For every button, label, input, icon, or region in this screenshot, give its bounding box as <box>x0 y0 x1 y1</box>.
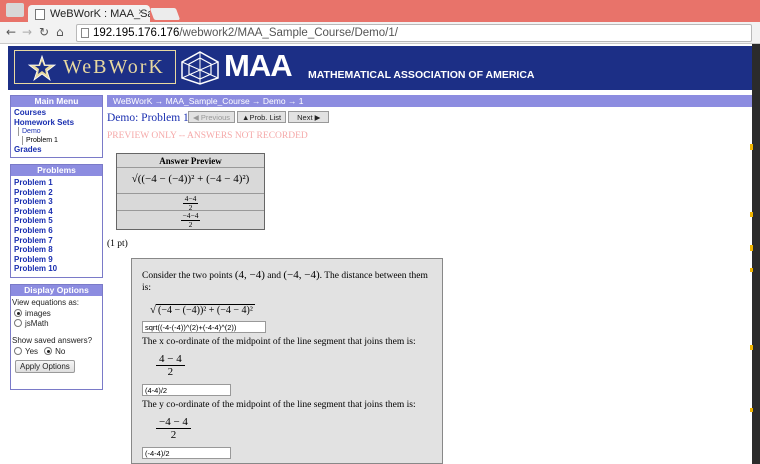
url-path: /webwork2/MAA_Sample_Course/Demo/1/ <box>179 27 398 39</box>
problem-link[interactable]: Problem 9 <box>14 255 100 265</box>
answer-preview-header: Answer Preview <box>117 154 264 168</box>
browser-titlebar: WeBWorK : MAA_Sa × <box>0 0 760 23</box>
homework-sets-link[interactable]: Homework Sets <box>14 118 100 128</box>
scrollbar-marker <box>750 245 753 251</box>
browser-toolbar: ← → ↻ ⌂ 192.195.176.176/webwork2/MAA_Sam… <box>0 22 760 44</box>
tab-title: WeBWorK : MAA_Sa <box>50 8 150 20</box>
distance-answer-input[interactable]: sqrt((-4-(-4))^(2)+(-4-4)^(2)) <box>142 321 266 333</box>
problem-link[interactable]: Problem 5 <box>14 216 100 226</box>
problem-link[interactable]: Problem 6 <box>14 226 100 236</box>
distance-formula: √ (−4 − (−4))² + (−4 − 4)² <box>150 304 255 316</box>
scrollbar-marker <box>750 268 753 272</box>
scrollbar-marker <box>750 345 753 350</box>
problem-link[interactable]: Problem 3 <box>14 197 100 207</box>
new-tab-button[interactable] <box>149 8 181 20</box>
maa-subtitle: MATHEMATICAL ASSOCIATION OF AMERICA <box>308 69 535 81</box>
y-midpoint-input[interactable]: (-4-4)/2 <box>142 447 231 459</box>
back-arrow-icon[interactable]: ← <box>6 25 16 39</box>
page-icon <box>81 28 89 38</box>
page-title: Demo: Problem 1 <box>107 112 189 124</box>
address-bar[interactable]: 192.195.176.176/webwork2/MAA_Sample_Cour… <box>76 24 752 42</box>
problem-link[interactable]: Problem 2 <box>14 188 100 198</box>
view-equations-label: View equations as: <box>12 298 80 307</box>
problem-body: Consider the two points (4, −4) and (−4,… <box>131 258 443 464</box>
problems-menu: Problems Problem 1 Problem 2 Problem 3 P… <box>10 164 103 278</box>
preview-y-denominator: 2 <box>188 220 193 229</box>
page-favicon-icon <box>35 9 45 20</box>
webwork-logo[interactable]: WeBWorK <box>14 50 176 84</box>
problem-link[interactable]: Problem 8 <box>14 245 100 255</box>
previous-button[interactable]: ◀ Previous <box>188 111 236 123</box>
answer-preview-distance: √((−4 − (−4))² + (−4 − 4)²) <box>131 173 250 185</box>
url-host: 192.195.176.176 <box>93 27 180 39</box>
point-a: (4, −4) <box>234 269 265 281</box>
problem-nav: ◀ Previous ▲Prob. List Next ▶ <box>188 111 330 123</box>
webwork-star-icon <box>27 55 57 81</box>
distance-expression: (−4 − (−4))² + (−4 − 4)² <box>156 304 255 316</box>
next-button[interactable]: Next ▶ <box>288 111 330 123</box>
yes-radio[interactable] <box>14 347 22 355</box>
maa-emblem-icon <box>181 51 219 85</box>
jsmath-label: jsMath <box>25 318 49 328</box>
problem-intro: Consider the two points <box>142 271 235 281</box>
y-midpoint-formula: −4 − 42 <box>156 416 432 441</box>
demo-link[interactable]: Demo <box>22 127 100 136</box>
problem-list-button[interactable]: ▲Prob. List <box>237 111 287 123</box>
x-midpoint-formula: 4 − 42 <box>156 353 432 378</box>
jsmath-radio[interactable] <box>14 319 22 327</box>
no-radio[interactable] <box>44 347 53 355</box>
grades-link[interactable]: Grades <box>14 145 100 155</box>
answer-preview-table: Answer Preview √((−4 − (−4))² + (−4 − 4)… <box>116 153 265 230</box>
home-icon[interactable]: ⌂ <box>56 25 64 39</box>
images-radio[interactable] <box>14 309 22 317</box>
apply-options-button[interactable]: Apply Options <box>15 360 75 373</box>
yes-label: Yes <box>25 346 39 356</box>
points-label: (1 pt) <box>107 239 128 249</box>
problem-link[interactable]: Problem 10 <box>14 264 100 274</box>
problem-and: and <box>264 271 284 281</box>
problem-link[interactable]: Problem 4 <box>14 207 100 217</box>
x-numerator: 4 − 4 <box>156 353 185 366</box>
answer-preview-row: 4−4 2 <box>117 194 264 212</box>
browser-tab[interactable]: WeBWorK : MAA_Sa × <box>28 5 150 23</box>
preview-notice: PREVIEW ONLY -- ANSWERS NOT RECORDED <box>107 131 308 141</box>
problems-menu-title: Problems <box>11 165 102 176</box>
maa-logo-text: MAA <box>224 48 293 83</box>
main-menu-title: Main Menu <box>11 96 102 107</box>
site-banner: WeBWorK MAA MATHEMATICAL ASSOCIATION OF … <box>8 46 752 90</box>
answer-preview-row: √((−4 − (−4))² + (−4 − 4)²) <box>117 168 264 194</box>
breadcrumb: WeBWorK → MAA_Sample_Course → Demo → 1 <box>107 95 752 107</box>
forward-arrow-icon[interactable]: → <box>22 25 32 39</box>
main-menu: Main Menu Courses Homework Sets Demo Pro… <box>10 95 103 158</box>
y-numerator: −4 − 4 <box>156 416 191 429</box>
no-label: No <box>55 346 66 356</box>
x-midpoint-input[interactable]: (4-4)/2 <box>142 384 231 396</box>
display-options-title: Display Options <box>11 285 102 296</box>
scrollbar-marker <box>750 144 753 150</box>
tab-close-icon[interactable]: × <box>138 7 144 18</box>
y-midpoint-prompt: The y co-ordinate of the midpoint of the… <box>142 400 416 410</box>
y-denominator: 2 <box>170 429 177 441</box>
problem-link[interactable]: Problem 1 <box>14 178 100 188</box>
point-b: (−4, −4) <box>283 269 320 281</box>
courses-link[interactable]: Courses <box>14 108 100 118</box>
scrollbar-marker <box>750 212 753 217</box>
webwork-logo-text: WeBWorK <box>63 56 165 78</box>
answer-preview-row: −4−4 2 <box>117 211 264 229</box>
x-denominator: 2 <box>167 366 174 378</box>
chrome-menu-icon[interactable] <box>6 3 24 17</box>
x-midpoint-prompt: The x co-ordinate of the midpoint of the… <box>142 337 416 347</box>
problem-link[interactable]: Problem 7 <box>14 236 100 246</box>
show-saved-label: Show saved answers? <box>12 336 93 345</box>
current-problem-label: Problem 1 <box>22 136 100 146</box>
scrollbar-marker <box>750 408 753 412</box>
scrollbar[interactable] <box>752 44 760 464</box>
display-options: Display Options View equations as: image… <box>10 284 103 390</box>
images-label: images <box>25 308 51 318</box>
reload-icon[interactable]: ↻ <box>39 25 49 39</box>
